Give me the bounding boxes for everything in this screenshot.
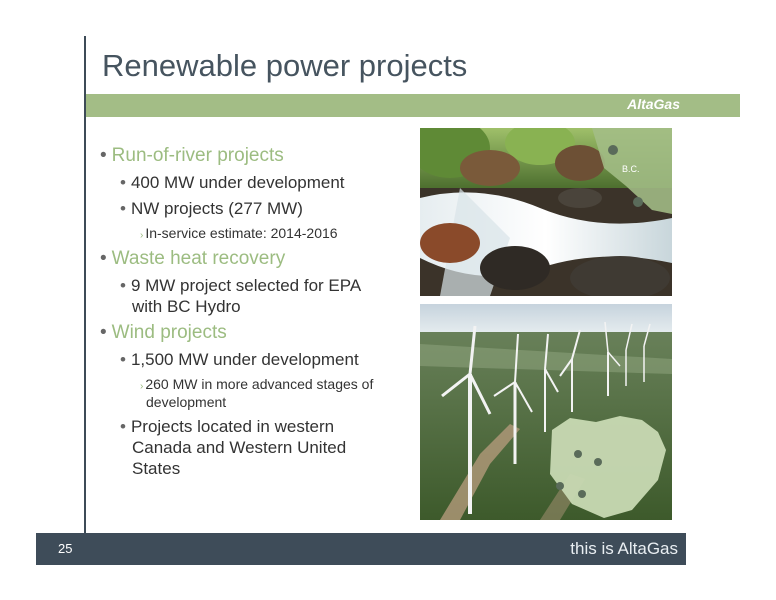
bullet-wind-1500mw: • 1,500 MW under development: [120, 350, 359, 369]
footer-bar: 25 this is AltaGas: [36, 533, 686, 565]
bullet-wind: • Wind projects: [100, 322, 227, 343]
bullet-ror-400mw: • 400 MW under development: [120, 173, 345, 192]
bullet-wind-locations: • Projects located in western: [120, 417, 335, 436]
bullet-wind-locations-cont1: Canada and Western United: [132, 438, 347, 457]
altagas-logo: AltaGas: [627, 96, 680, 112]
bullet-dot-icon: •: [120, 417, 126, 436]
slide-title: Renewable power projects: [102, 48, 468, 83]
bullet-wh-9mw-cont: with BC Hydro: [132, 297, 241, 316]
bullet-dot-icon: •: [120, 199, 126, 218]
river-photo: B.C.: [420, 128, 672, 296]
bullet-waste-heat: • Waste heat recovery: [100, 248, 286, 269]
arrow-bullet-icon: ›: [140, 230, 144, 241]
bullet-wind-260mw-cont: development: [146, 394, 227, 410]
bullet-dot-icon: •: [120, 276, 126, 295]
bullet-ror-nw: • NW projects (277 MW): [120, 199, 303, 218]
bullet-dot-icon: •: [100, 145, 107, 166]
arrow-bullet-icon: ›: [140, 381, 144, 392]
wind-farm-photo-art: [420, 304, 672, 520]
bullet-ror-inservice: › In-service estimate: 2014-2016: [140, 225, 338, 241]
bullet-wh-9mw: • 9 MW project selected for EPA: [120, 276, 362, 295]
bullet-dot-icon: •: [100, 322, 107, 343]
wind-farm-photo: [420, 304, 672, 520]
river-photo-art: B.C.: [420, 128, 672, 296]
bullet-dot-icon: •: [120, 173, 126, 192]
page-number: 25: [58, 541, 73, 556]
bullet-wind-locations-cont2: States: [132, 459, 181, 478]
map-bc-label: B.C.: [622, 164, 640, 174]
header-band: AltaGas: [86, 94, 740, 117]
bullet-dot-icon: •: [100, 248, 107, 269]
bullet-dot-icon: •: [120, 350, 126, 369]
bullet-wind-260mw: › 260 MW in more advanced stages of: [140, 376, 374, 392]
footer-tagline: this is AltaGas: [570, 539, 678, 558]
bullet-run-of-river: • Run-of-river projects: [100, 145, 284, 166]
